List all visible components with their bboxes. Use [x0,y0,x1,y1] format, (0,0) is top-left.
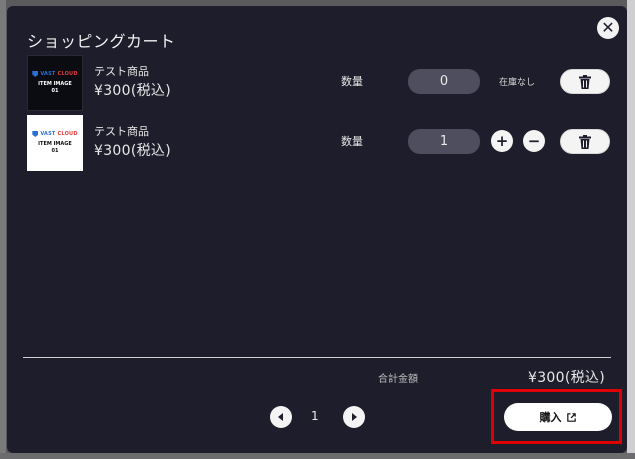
brand-logo: VAST CLOUD [32,131,77,137]
brand-logo-vast: VAST [40,71,56,77]
total-label: 合計金額 [378,374,418,385]
cart-item: VAST CLOUD ITEM IMAGE 01 テスト商品 ¥300(税込) … [27,115,623,171]
decrease-quantity-button[interactable]: − [523,130,545,152]
prev-page-icon [278,413,283,421]
brand-logo-cloud: CLOUD [57,71,78,77]
brand-logo-cloud: CLOUD [57,131,78,137]
thumbnail-caption: ITEM IMAGE 01 [38,81,72,95]
quantity-field[interactable]: 1 [408,129,480,154]
brand-mark-icon [32,131,39,137]
quantity-field[interactable]: 0 [408,69,480,94]
trash-icon [579,74,591,89]
brand-logo-vast: VAST [40,131,56,137]
purchase-label: 購入 [539,411,562,424]
thumbnail-caption-line2: 01 [51,88,59,94]
product-price: ¥300(税込) [94,143,171,159]
close-icon[interactable]: ✕ [597,17,619,39]
delete-item-button[interactable] [560,69,610,94]
plus-icon: + [495,132,509,150]
next-page-button[interactable] [343,406,365,428]
cart-item: VAST CLOUD ITEM IMAGE 01 テスト商品 ¥300(税込) … [27,55,623,111]
minus-icon: − [527,132,541,150]
quantity-label: 数量 [341,135,363,148]
external-link-icon [566,412,576,422]
thumbnail-caption-line1: ITEM IMAGE [38,81,72,87]
thumbnail-caption-line2: 01 [51,148,59,154]
thumbnail-caption: ITEM IMAGE 01 [38,141,72,155]
page-number: 1 [311,409,319,423]
product-price: ¥300(税込) [94,83,171,99]
stock-status: 在庫なし [499,78,536,88]
delete-item-button[interactable] [560,129,610,154]
product-name: テスト商品 [94,65,149,78]
total-value: ¥300(税込) [528,370,605,386]
footer-divider [23,357,611,358]
cart-modal: ショッピングカート ✕ VAST CLOUD ITEM IMAGE 01 テスト… [7,6,627,453]
thumbnail-caption-line1: ITEM IMAGE [38,141,72,147]
backdrop-right [627,0,635,459]
quantity-label: 数量 [341,75,363,88]
brand-mark-icon [32,71,39,77]
product-name: テスト商品 [94,125,149,138]
product-thumbnail: VAST CLOUD ITEM IMAGE 01 [27,115,83,171]
purchase-button[interactable]: 購入 [504,403,612,431]
backdrop-bottom [0,453,635,459]
increase-quantity-button[interactable]: + [491,130,513,152]
product-thumbnail: VAST CLOUD ITEM IMAGE 01 [27,55,83,111]
next-page-icon [352,413,357,421]
trash-icon [579,134,591,149]
backdrop-left [0,0,6,459]
prev-page-button[interactable] [270,406,292,428]
brand-logo: VAST CLOUD [32,71,77,77]
modal-title: ショッピングカート [27,32,176,51]
